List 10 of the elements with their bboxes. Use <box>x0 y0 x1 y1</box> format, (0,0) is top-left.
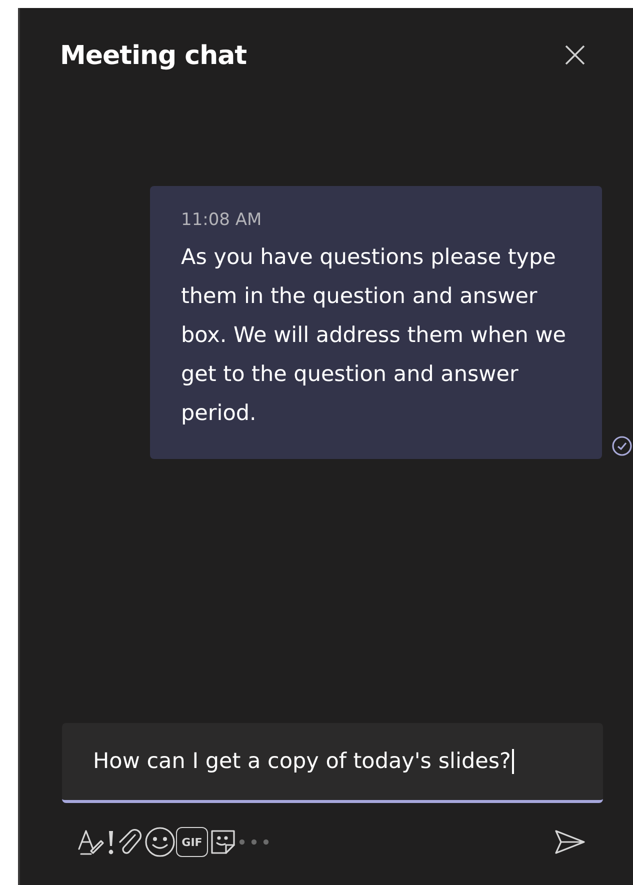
smiley-icon[interactable] <box>144 826 176 858</box>
sticker-icon[interactable] <box>208 827 238 857</box>
chat-title: Meeting chat <box>60 41 247 71</box>
message-text: As you have questions please type them in the question and answer box. We will address them when we get to the question and answer period. <box>181 244 568 428</box>
message-time: 11:08 AM <box>181 210 263 230</box>
paperclip-icon[interactable] <box>116 827 144 857</box>
send-icon[interactable] <box>553 828 587 856</box>
gif-button[interactable]: GIF <box>176 827 208 857</box>
message-input-field[interactable]: How can I get a copy of today's slides? <box>62 723 603 803</box>
format-text-icon[interactable] <box>76 827 106 857</box>
